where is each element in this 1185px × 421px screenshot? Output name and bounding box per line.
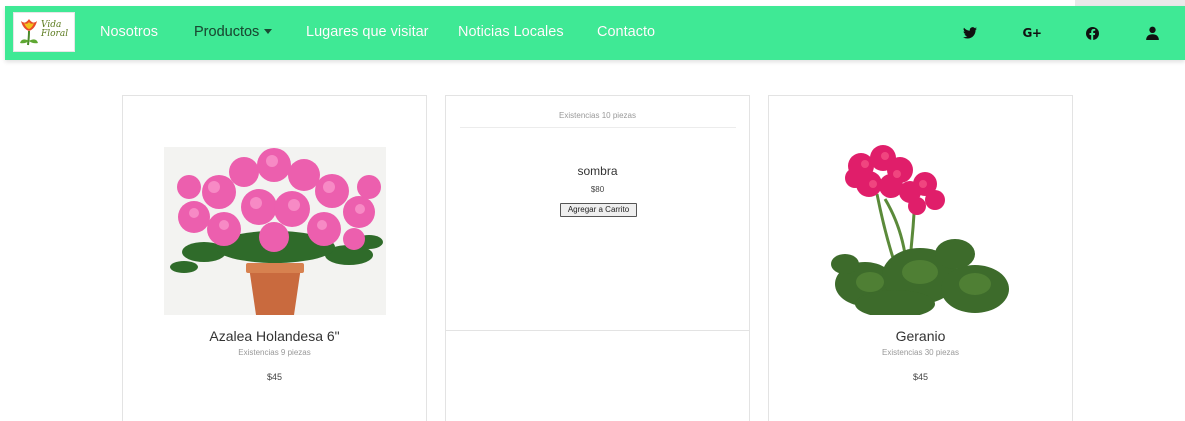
product-price: $80 xyxy=(590,185,605,194)
product-name: sombra xyxy=(577,164,618,178)
nav-nosotros[interactable]: Nosotros xyxy=(100,24,158,40)
logo-link[interactable]: Vida Floral xyxy=(13,12,75,52)
nav-productos-label: Productos xyxy=(194,24,260,40)
nav-noticias[interactable]: Noticias Locales xyxy=(458,24,564,40)
chevron-down-icon xyxy=(264,28,273,34)
divider xyxy=(460,127,736,128)
navbar: Vida Floral Nosotros Productos Lugares q… xyxy=(5,6,1185,60)
product-name: Azalea Holandesa 6" xyxy=(209,328,340,344)
product-name: Geranio xyxy=(895,328,946,344)
nav-lugares[interactable]: Lugares que visitar xyxy=(306,24,429,40)
logo-text: Vida Floral xyxy=(41,20,69,39)
product-stock: Existencias 9 piezas xyxy=(238,348,311,357)
product-price: $45 xyxy=(266,372,283,382)
google-plus-glyph: G+ xyxy=(1022,26,1042,40)
product-card-azalea: Azalea Holandesa 6" Existencias 9 piezas… xyxy=(122,95,427,421)
twitter-icon[interactable] xyxy=(960,23,980,43)
add-to-cart-button[interactable]: Agregar a Carrito xyxy=(560,203,637,217)
user-icon[interactable] xyxy=(1142,23,1162,43)
divider xyxy=(446,330,749,331)
product-stock: Existencias 10 piezas xyxy=(559,111,636,120)
product-card-geranio: Geranio Existencias 30 piezas $45 xyxy=(768,95,1073,421)
pink-azalea-pot-image[interactable] xyxy=(164,147,386,315)
google-plus-icon[interactable]: G+ xyxy=(1022,23,1042,43)
product-price: $45 xyxy=(912,372,929,382)
pink-geranium-image[interactable] xyxy=(825,144,1019,315)
facebook-icon[interactable] xyxy=(1082,23,1102,43)
nav-productos[interactable]: Productos xyxy=(194,24,273,40)
nav-contacto[interactable]: Contacto xyxy=(597,24,655,40)
product-stock: Existencias 30 piezas xyxy=(882,348,959,357)
product-card-sombra: Existencias 10 piezas sombra $80 Agregar… xyxy=(445,95,750,421)
